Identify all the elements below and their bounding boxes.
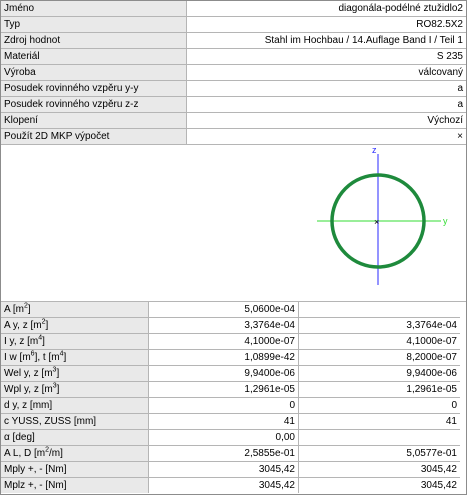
value-column-1: 1,0899e-42: [148, 349, 299, 366]
value-row: Wpl y, z [m3] 1,2961e-05 1,2961e-05: [1, 381, 460, 398]
cross-section-properties-panel: Jméno diagonála-podélné ztužidlo2 Typ RO82.…: [0, 0, 467, 495]
property-row[interactable]: Použít 2D MKP výpočet ×: [1, 128, 466, 145]
value-column-1: 4,1000e-07: [148, 333, 299, 350]
value-row: A y, z [m2] 3,3764e-04 3,3764e-04: [1, 317, 460, 334]
property-value[interactable]: RO82.5X2: [186, 16, 466, 33]
value-row: Mply +, - [Nm] 3045,42 3045,42: [1, 461, 460, 478]
property-row[interactable]: Zdroj hodnot Stahl im Hochbau / 14.Auflag…: [1, 32, 466, 49]
value-column-1: 1,2961e-05: [148, 381, 299, 398]
property-label: Posudek rovinného vzpěru y-y: [1, 80, 187, 97]
value-row: α [deg] 0,00: [1, 429, 460, 446]
value-column-2: 4,1000e-07: [298, 333, 460, 350]
value-label: d y, z [mm]: [1, 397, 149, 414]
value-row: d y, z [mm] 0 0: [1, 397, 460, 414]
value-column-2: 5,0577e-01: [298, 445, 460, 462]
property-label: Materiál: [1, 48, 187, 65]
value-column-1: 3045,42: [148, 461, 299, 478]
value-column-1: 9,9400e-06: [148, 365, 299, 382]
value-label: Wpl y, z [m3]: [1, 381, 149, 398]
value-row: I y, z [m4] 4,1000e-07 4,1000e-07: [1, 333, 460, 350]
value-row: Mplz +, - [Nm] 3045,42 3045,42: [1, 477, 460, 493]
property-row[interactable]: Jméno diagonála-podélné ztužidlo2: [1, 1, 466, 17]
property-value[interactable]: diagonála-podélné ztužidlo2: [186, 1, 466, 17]
value-label: Wel y, z [m3]: [1, 365, 149, 382]
value-column-1: 3045,42: [148, 477, 299, 493]
property-row[interactable]: Typ RO82.5X2: [1, 16, 466, 33]
property-label: Zdroj hodnot: [1, 32, 187, 49]
value-label: A [m2]: [1, 302, 149, 318]
value-column-2: 1,2961e-05: [298, 381, 460, 398]
property-row[interactable]: Posudek rovinného vzpěru y-y a: [1, 80, 466, 97]
value-column-2: [298, 302, 460, 318]
property-label: Typ: [1, 16, 187, 33]
value-label: α [deg]: [1, 429, 149, 446]
value-column-2: 9,9400e-06: [298, 365, 460, 382]
value-column-1: 0: [148, 397, 299, 414]
value-column-2: 3045,42: [420, 480, 457, 491]
property-value[interactable]: ×: [186, 128, 466, 145]
property-row[interactable]: Materiál S 235: [1, 48, 466, 65]
value-label: Mply +, - [Nm]: [1, 461, 149, 478]
z-axis-label: z: [372, 145, 377, 155]
section-values-table: A [m2] 5,0600e-04 A y, z [m2] 3,3764e-04 3,3…: [1, 302, 460, 493]
property-value[interactable]: válcovaný: [186, 64, 466, 81]
value-column-2: 41: [298, 413, 460, 430]
property-value[interactable]: a: [186, 80, 466, 97]
property-value[interactable]: a: [186, 96, 466, 113]
property-value[interactable]: S 235: [186, 48, 466, 65]
value-label: c YUSS, ZUSS [mm]: [1, 413, 149, 430]
value-row: A L, D [m2/m] 2,5855e-01 5,0577e-01: [1, 445, 460, 462]
value-row: A [m2] 5,0600e-04: [1, 302, 460, 318]
value-row: I w [m6], t [m4] 1,0899e-42 8,2000e-07: [1, 349, 460, 366]
property-value[interactable]: Výchozí: [186, 112, 466, 129]
value-label: I y, z [m4]: [1, 333, 149, 350]
general-properties-table: Jméno diagonála-podélné ztužidlo2 Typ RO82.…: [1, 1, 466, 145]
property-label: Posudek rovinného vzpěru z-z: [1, 96, 187, 113]
value-label: A y, z [m2]: [1, 317, 149, 334]
property-row[interactable]: Posudek rovinného vzpěru z-z a: [1, 96, 466, 113]
value-column-1: 41: [148, 413, 299, 430]
center-marker: ×: [374, 217, 379, 227]
value-column-2: 8,2000e-07: [298, 349, 460, 366]
value-column-2: 0: [298, 397, 460, 414]
value-column-2: 3,3764e-04: [298, 317, 460, 334]
value-label: I w [m6], t [m4]: [1, 349, 149, 366]
value-column-2: 3045,42: [298, 461, 460, 478]
property-label: Klopení: [1, 112, 187, 129]
property-value[interactable]: Stahl im Hochbau / 14.Auflage Band I / T…: [186, 32, 466, 49]
cross-section-svg: z y ×: [317, 145, 448, 285]
value-column-1: 2,5855e-01: [148, 445, 299, 462]
cross-section-drawing: z y ×: [1, 145, 466, 302]
value-column-1: 0,00: [148, 429, 299, 446]
value-label: A L, D [m2/m]: [1, 445, 149, 462]
value-column-1: 3,3764e-04: [148, 317, 299, 334]
property-row[interactable]: Klopení Výchozí: [1, 112, 466, 129]
value-row: Wel y, z [m3] 9,9400e-06 9,9400e-06: [1, 365, 460, 382]
value-label: Mplz +, - [Nm]: [1, 477, 149, 493]
value-column-2: [298, 429, 460, 446]
property-row[interactable]: Výroba válcovaný: [1, 64, 466, 81]
property-label: Použít 2D MKP výpočet: [1, 128, 187, 145]
value-row: c YUSS, ZUSS [mm] 41 41: [1, 413, 460, 430]
y-axis-label: y: [443, 216, 448, 226]
property-label: Výroba: [1, 64, 187, 81]
property-label: Jméno: [1, 1, 187, 17]
value-column-1: 5,0600e-04: [148, 302, 299, 318]
